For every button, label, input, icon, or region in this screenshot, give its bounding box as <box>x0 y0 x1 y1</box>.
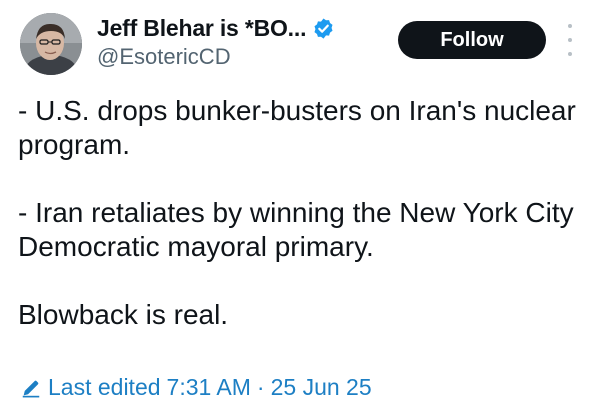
pencil-icon <box>20 377 42 399</box>
follow-button[interactable]: Follow <box>398 21 546 59</box>
avatar[interactable] <box>20 13 82 75</box>
tweet-paragraph: - U.S. drops bunker-busters on Iran's nu… <box>18 95 576 160</box>
edit-history-link[interactable]: Last edited 7:31 AM · 25 Jun 25 <box>20 374 372 401</box>
tweet-paragraph: Blowback is real. <box>18 299 229 330</box>
verified-badge-icon <box>312 17 335 40</box>
avatar-image <box>20 13 82 75</box>
user-handle[interactable]: @EsotericCD <box>97 44 231 70</box>
tweet-card: Jeff Blehar is *BO... @EsotericCD Follow… <box>0 0 600 410</box>
more-dot <box>568 24 572 28</box>
edited-separator: · <box>256 374 265 400</box>
more-options-icon[interactable] <box>560 24 580 56</box>
edited-time: 7:31 AM <box>166 374 251 400</box>
display-name[interactable]: Jeff Blehar is *BO... <box>97 15 306 42</box>
name-row: Jeff Blehar is *BO... <box>97 13 335 43</box>
more-dot <box>568 38 572 42</box>
more-dot <box>568 52 572 56</box>
edited-label: Last edited <box>48 374 161 400</box>
tweet-text: - U.S. drops bunker-busters on Iran's nu… <box>18 94 588 332</box>
edited-date: 25 Jun 25 <box>270 374 372 400</box>
tweet-paragraph: - Iran retaliates by winning the New Yor… <box>18 197 574 262</box>
